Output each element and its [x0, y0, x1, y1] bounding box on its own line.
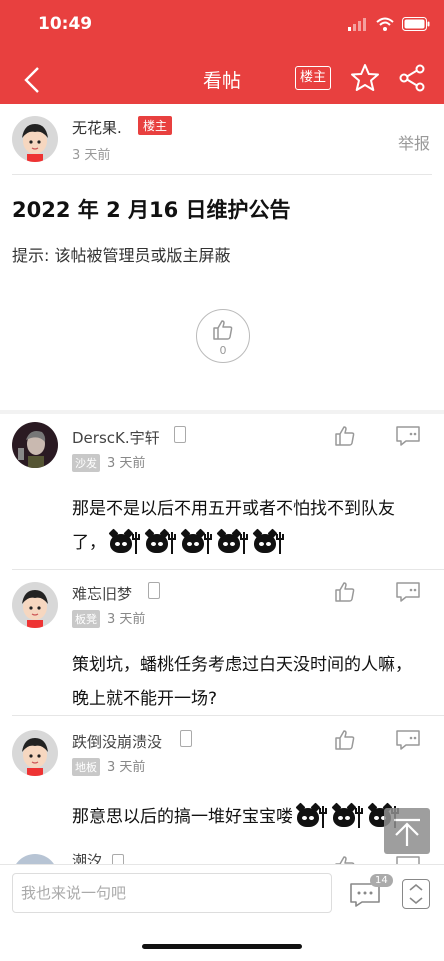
reply-item: 难忘旧梦 板凳 3 天前 策划坑，蟠桃任务考虑过白天没时间的人嘛，晚上就不能开一… [0, 570, 444, 716]
floor-badge: 板凳 [72, 610, 100, 628]
reply-text: 那意思以后的搞一堆好宝宝喽 [72, 800, 428, 834]
reply-time: 3 天前 [107, 760, 146, 775]
navbar: 看帖 楼主 [0, 56, 444, 104]
only-op-button[interactable]: 楼主 [295, 66, 331, 90]
avatar-cartoon-icon [12, 730, 58, 776]
devil-emoji-icon [218, 532, 252, 554]
wifi-icon [376, 17, 394, 31]
battery-icon [402, 17, 430, 31]
avatar[interactable] [12, 116, 58, 162]
comment-input[interactable] [13, 874, 347, 912]
reply-text: 那是不是以后不用五开或者不怕找不到队友了， [72, 492, 428, 560]
reply-author[interactable]: 难忘旧梦 [72, 583, 132, 604]
emoji-group [110, 532, 288, 554]
arrow-up-icon [394, 818, 420, 846]
devil-emoji-icon [254, 532, 288, 554]
avatar[interactable] [12, 582, 58, 628]
reply-item: 跌倒没崩溃没 地板 3 天前 那意思以后的搞一堆好宝宝喽 [0, 716, 444, 856]
devil-emoji-icon [297, 806, 331, 828]
post-hint: 提示: 该帖被管理员或版主屏蔽 [12, 246, 231, 265]
star-icon[interactable] [350, 63, 380, 93]
status-time: 10:49 [38, 14, 93, 34]
reply-text-content: 那意思以后的搞一堆好宝宝喽 [72, 807, 293, 827]
like-count: 0 [219, 344, 227, 357]
reply-text: 策划坑，蟠桃任务考虑过白天没时间的人嘛，晚上就不能开一场? [72, 655, 412, 709]
comment-input-box[interactable] [12, 873, 347, 913]
devil-emoji-icon [333, 806, 367, 828]
post-time: 3 天前 [72, 148, 111, 163]
reply-item: DerscK.宇轩 沙发 3 天前 那是不是以后不用五开或者不怕找不到队友了， [0, 414, 444, 570]
scroll-top-button[interactable] [384, 808, 430, 854]
report-button[interactable]: 举报 [398, 130, 430, 154]
thumbs-up-icon [213, 320, 233, 340]
devil-emoji-icon [182, 532, 216, 554]
sort-icon [409, 883, 423, 905]
thumbs-up-icon[interactable] [333, 580, 357, 604]
status-icons [348, 14, 430, 34]
divider [12, 174, 432, 175]
home-indicator [142, 944, 302, 949]
reply-icon[interactable] [394, 424, 422, 448]
thumbs-up-icon[interactable] [333, 424, 357, 448]
signal-icon [348, 18, 366, 31]
reply-icon[interactable] [394, 728, 422, 752]
floor-badge: 沙发 [72, 454, 100, 472]
devil-emoji-icon [110, 532, 144, 554]
thumbs-up-icon[interactable] [333, 728, 357, 752]
op-badge: 楼主 [138, 116, 173, 135]
phone-icon [180, 730, 192, 747]
app-header: 10:49 看帖 楼主 [0, 0, 444, 104]
original-post: 无花果. 楼主 3 天前 举报 2022 年 2 月16 日维护公告 提示: 该… [0, 104, 444, 410]
reply-time: 3 天前 [107, 456, 146, 471]
avatar[interactable] [12, 730, 58, 776]
avatar-cartoon-icon [12, 582, 58, 628]
avatar-cartoon-icon [12, 116, 58, 162]
share-icon[interactable] [398, 64, 426, 92]
devil-emoji-icon [146, 532, 180, 554]
reply-icon[interactable] [394, 580, 422, 604]
avatar[interactable] [12, 422, 58, 468]
reply-time: 3 天前 [107, 612, 146, 627]
post-title: 2022 年 2 月16 日维护公告 [12, 198, 291, 222]
avatar-photo-icon [12, 422, 58, 468]
comment-count-badge: 14 [370, 874, 393, 887]
author-name[interactable]: 无花果. [72, 117, 122, 138]
reply-author[interactable]: 跌倒没崩溃没 [72, 731, 162, 752]
sort-button[interactable] [402, 879, 430, 909]
phone-icon [148, 582, 160, 599]
floor-badge: 地板 [72, 758, 100, 776]
like-button[interactable]: 0 [196, 309, 250, 363]
reply-author[interactable]: DerscK.宇轩 [72, 427, 160, 448]
phone-icon [174, 426, 186, 443]
